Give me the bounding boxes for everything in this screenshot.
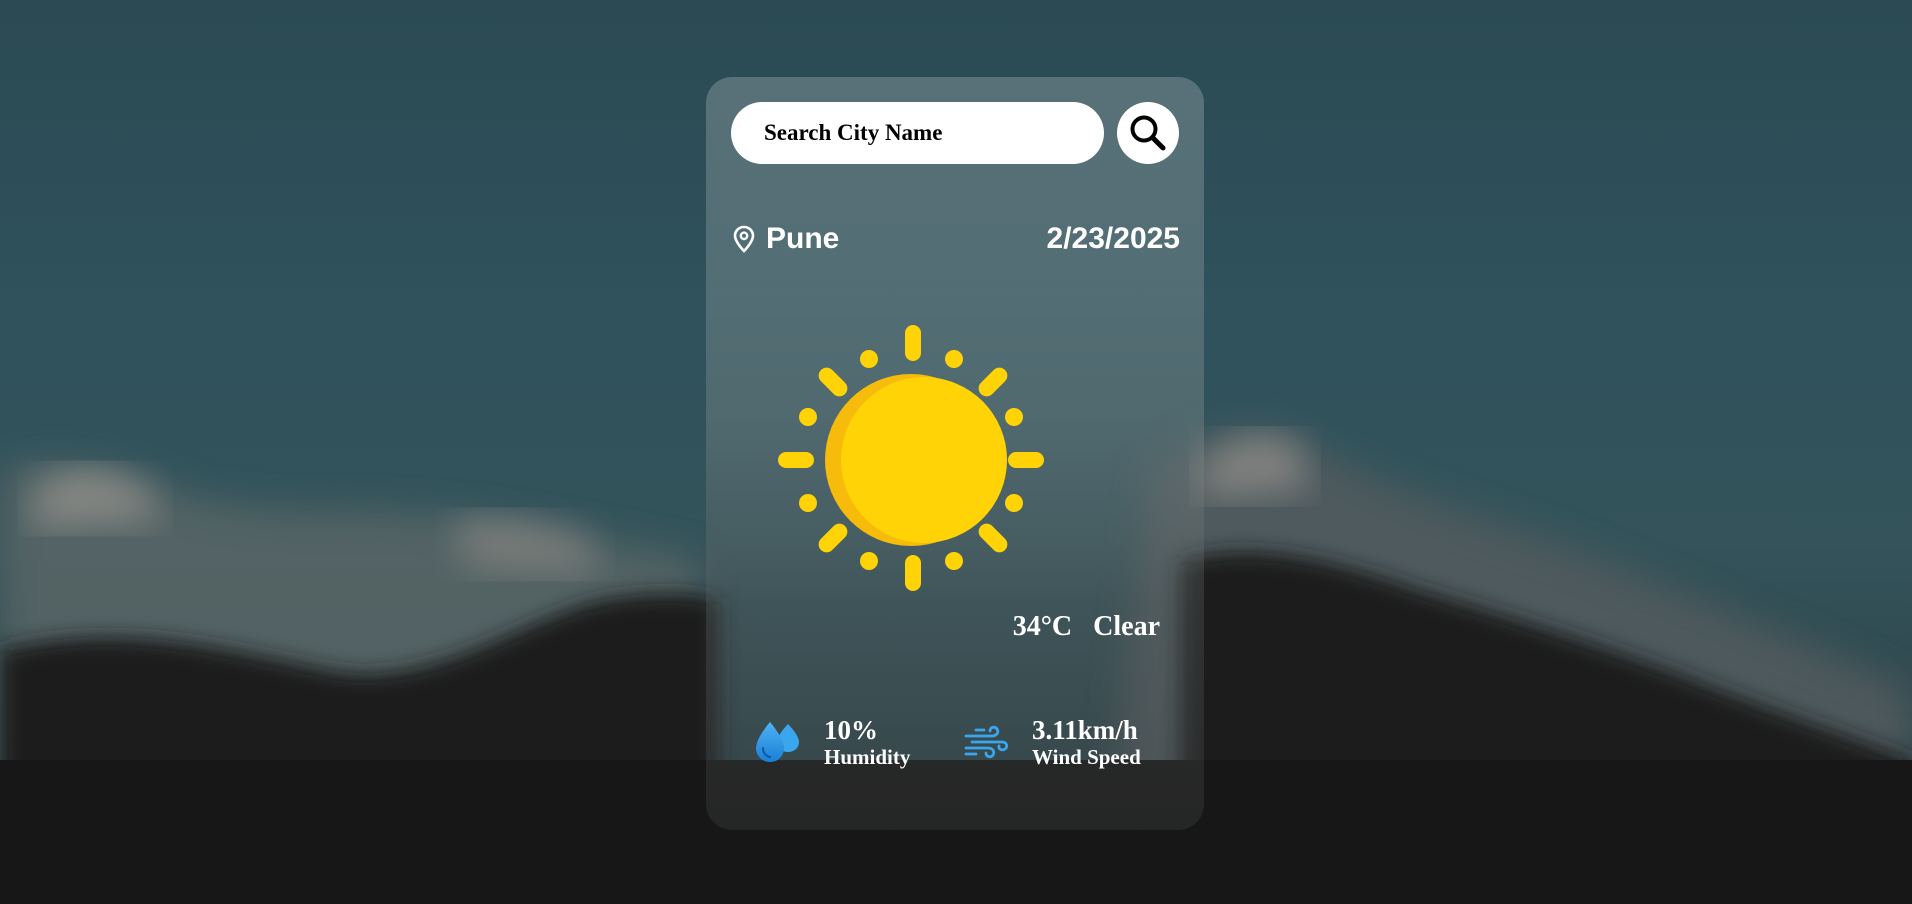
temperature: 34°C — [1012, 611, 1073, 642]
humidity-label: Humidity — [824, 745, 911, 769]
city-name: Pune — [766, 222, 840, 255]
humidity-stat: 10% Humidity — [754, 715, 910, 769]
weather-card: Pune 2/23/2025 34°C Clear — [706, 77, 1204, 830]
current-date: 2/23/2025 — [1046, 222, 1180, 255]
wind-speed-value: 3.11km/h — [1032, 715, 1138, 745]
wind-stat: 3.11km/h Wind Speed — [962, 715, 1141, 769]
location: Pune — [732, 222, 839, 256]
sun-icon — [778, 325, 1044, 591]
search-button[interactable] — [1117, 102, 1179, 164]
location-pin-icon — [733, 225, 755, 253]
search-box[interactable] — [731, 102, 1104, 164]
wind-speed-label: Wind Speed — [1032, 745, 1141, 769]
water-drops-icon — [756, 722, 799, 762]
weather-condition: Clear — [1093, 611, 1160, 642]
temperature-condition: 34°C Clear — [1013, 611, 1160, 643]
wind-icon — [964, 725, 1009, 759]
search-icon — [1130, 115, 1166, 151]
search-input[interactable] — [762, 119, 1086, 147]
humidity-value: 10% — [824, 715, 878, 745]
